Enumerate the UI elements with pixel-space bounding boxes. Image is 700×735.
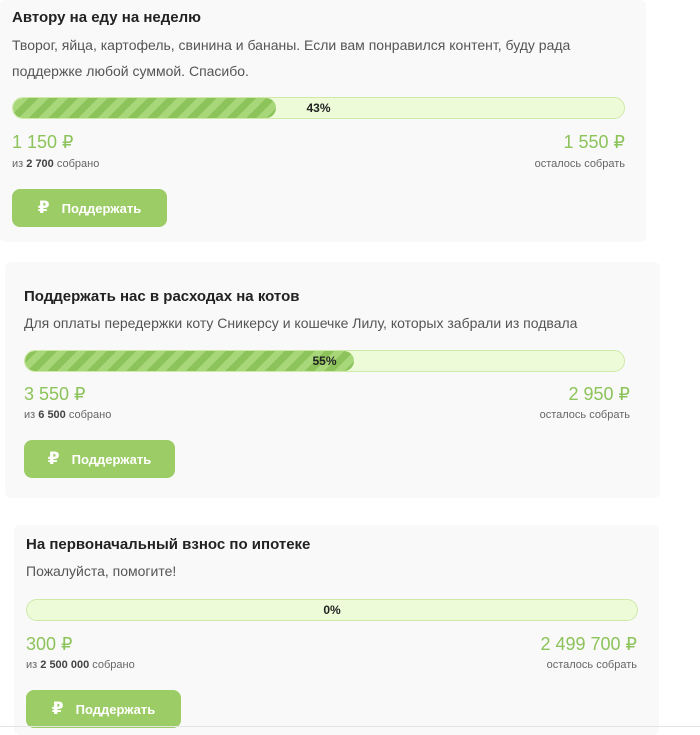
goal-suffix: собрано: [68, 409, 112, 421]
card-title: Автору на еду на неделю: [12, 9, 201, 26]
support-button[interactable]: ₽ Поддержать: [26, 690, 181, 728]
goal-suffix: собрано: [92, 659, 135, 671]
ruble-icon: ₽: [37, 198, 50, 217]
support-button-label: Поддержать: [61, 200, 142, 216]
progress-bar: 55%: [24, 350, 625, 372]
goal-prefix: из: [12, 158, 24, 170]
goal-amount: 2 700: [26, 158, 54, 170]
card-description: Для оплаты передержки коту Сникерсу и ко…: [24, 315, 578, 331]
progress-percent: 43%: [306, 101, 331, 115]
remaining-amount: 2 499 700 ₽: [540, 634, 637, 654]
progress-percent: 0%: [323, 603, 341, 617]
goal-suffix: собрано: [56, 158, 100, 170]
ruble-icon: ₽: [51, 699, 64, 718]
goal-amount: 2 500 000: [40, 659, 90, 671]
remaining-amount: 1 550 ₽: [563, 132, 626, 152]
goal-text: из 2 700 собрано: [12, 158, 99, 170]
goal-amount: 6 500: [38, 409, 66, 421]
collected-amount: 300 ₽: [26, 634, 73, 654]
goal-text: из 6 500 собрано: [24, 409, 111, 421]
card-description: Пожалуйста, помогите!: [26, 563, 177, 579]
divider: [0, 726, 700, 727]
collected-amount: 3 550 ₽: [24, 384, 86, 404]
progress-bar: 0%: [26, 599, 638, 621]
support-button[interactable]: ₽ Поддержать: [12, 189, 167, 227]
support-button[interactable]: ₽ Поддержать: [24, 440, 175, 478]
support-button-label: Поддержать: [75, 701, 156, 717]
card-description: Творог, яйца, картофель, свинина и банан…: [12, 37, 571, 79]
collected-amount: 1 150 ₽: [12, 132, 74, 152]
goal-prefix: из: [24, 409, 36, 421]
donation-card-mortgage: На первоначальный взнос по ипотеке Пожал…: [14, 525, 659, 735]
progress-percent: 55%: [312, 354, 337, 368]
support-button-label: Поддержать: [71, 451, 152, 467]
goal-prefix: из: [26, 659, 38, 671]
remaining-amount: 2 950 ₽: [568, 384, 631, 404]
card-title: Поддержать нас в расходах на котов: [24, 288, 300, 305]
donation-card-food: Автору на еду на неделю Творог, яйца, ка…: [0, 0, 646, 242]
card-title: На первоначальный взнос по ипотеке: [26, 536, 311, 553]
remaining-label: осталось собрать: [539, 409, 630, 421]
progress-bar: 43%: [12, 97, 625, 119]
remaining-label: осталось собрать: [546, 659, 637, 671]
remaining-label: осталось собрать: [534, 158, 625, 170]
donation-card-cats: Поддержать нас в расходах на котов Для о…: [5, 262, 660, 498]
ruble-icon: ₽: [47, 449, 60, 468]
goal-text: из 2 500 000 собрано: [26, 659, 135, 671]
